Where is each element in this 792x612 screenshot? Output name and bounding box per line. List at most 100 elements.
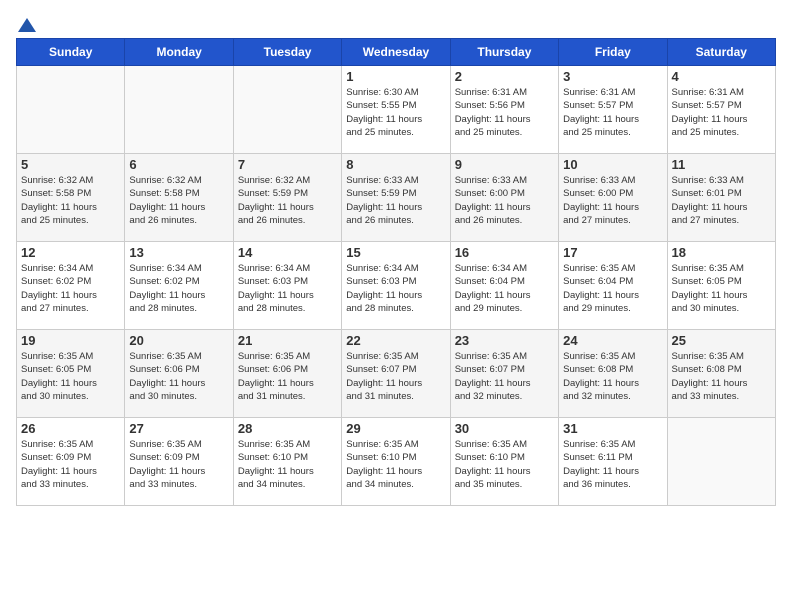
day-number: 15	[346, 245, 445, 260]
day-number: 21	[238, 333, 337, 348]
day-info: Sunrise: 6:32 AM Sunset: 5:58 PM Dayligh…	[129, 174, 228, 227]
day-number: 11	[672, 157, 771, 172]
weekday-header-friday: Friday	[559, 39, 667, 66]
calendar-cell: 14 Sunrise: 6:34 AM Sunset: 6:03 PM Dayli…	[233, 242, 341, 330]
week-row-3: 12Sunrise: 6:34 AM Sunset: 6:02 PM Dayli…	[17, 242, 776, 330]
calendar-cell: 21 Sunrise: 6:35 AM Sunset: 6:06 PM Dayli…	[233, 330, 341, 418]
day-info: Sunrise: 6:31 AM Sunset: 5:57 PM Dayligh…	[563, 86, 662, 139]
day-info: Sunrise: 6:35 AM Sunset: 6:04 PM Dayligh…	[563, 262, 662, 315]
day-number: 22	[346, 333, 445, 348]
page-header	[16, 16, 776, 30]
day-number: 25	[672, 333, 771, 348]
day-info: Sunrise: 6:31 AM Sunset: 5:57 PM Dayligh…	[672, 86, 771, 139]
day-number: 26	[21, 421, 120, 436]
calendar-cell: 6 Sunrise: 6:32 AM Sunset: 5:58 PM Daylig…	[125, 154, 233, 242]
weekday-header-wednesday: Wednesday	[342, 39, 450, 66]
calendar-cell: 16Sunrise: 6:34 AM Sunset: 6:04 PM Dayli…	[450, 242, 558, 330]
day-number: 20	[129, 333, 228, 348]
calendar-cell	[17, 66, 125, 154]
week-row-5: 26 Sunrise: 6:35 AM Sunset: 6:09 PM Dayli…	[17, 418, 776, 506]
day-number: 8	[346, 157, 445, 172]
day-info: Sunrise: 6:35 AM Sunset: 6:07 PM Dayligh…	[346, 350, 445, 403]
calendar-cell: 2 Sunrise: 6:31 AM Sunset: 5:56 PM Daylig…	[450, 66, 558, 154]
day-number: 9	[455, 157, 554, 172]
day-info: Sunrise: 6:34 AM Sunset: 6:04 PM Dayligh…	[455, 262, 554, 315]
day-info: Sunrise: 6:33 AM Sunset: 6:00 PM Dayligh…	[455, 174, 554, 227]
day-number: 18	[672, 245, 771, 260]
day-number: 1	[346, 69, 445, 84]
day-number: 24	[563, 333, 662, 348]
weekday-header-monday: Monday	[125, 39, 233, 66]
day-number: 14	[238, 245, 337, 260]
day-info: Sunrise: 6:35 AM Sunset: 6:06 PM Dayligh…	[238, 350, 337, 403]
day-info: Sunrise: 6:35 AM Sunset: 6:09 PM Dayligh…	[21, 438, 120, 491]
calendar-cell: 22 Sunrise: 6:35 AM Sunset: 6:07 PM Dayli…	[342, 330, 450, 418]
day-info: Sunrise: 6:34 AM Sunset: 6:03 PM Dayligh…	[238, 262, 337, 315]
day-number: 12	[21, 245, 120, 260]
calendar-cell: 20 Sunrise: 6:35 AM Sunset: 6:06 PM Dayli…	[125, 330, 233, 418]
calendar-cell: 24 Sunrise: 6:35 AM Sunset: 6:08 PM Dayli…	[559, 330, 667, 418]
day-info: Sunrise: 6:30 AM Sunset: 5:55 PM Dayligh…	[346, 86, 445, 139]
calendar-cell: 5 Sunrise: 6:32 AM Sunset: 5:58 PM Daylig…	[17, 154, 125, 242]
weekday-header-row: SundayMondayTuesdayWednesdayThursdayFrid…	[17, 39, 776, 66]
day-number: 28	[238, 421, 337, 436]
day-number: 5	[21, 157, 120, 172]
day-number: 17	[563, 245, 662, 260]
day-number: 30	[455, 421, 554, 436]
calendar-cell: 17 Sunrise: 6:35 AM Sunset: 6:04 PM Dayli…	[559, 242, 667, 330]
calendar-cell: 9 Sunrise: 6:33 AM Sunset: 6:00 PM Daylig…	[450, 154, 558, 242]
calendar-cell: 15 Sunrise: 6:34 AM Sunset: 6:03 PM Dayli…	[342, 242, 450, 330]
calendar-cell: 11 Sunrise: 6:33 AM Sunset: 6:01 PM Dayli…	[667, 154, 775, 242]
day-info: Sunrise: 6:33 AM Sunset: 6:00 PM Dayligh…	[563, 174, 662, 227]
day-info: Sunrise: 6:35 AM Sunset: 6:07 PM Dayligh…	[455, 350, 554, 403]
day-info: Sunrise: 6:35 AM Sunset: 6:08 PM Dayligh…	[672, 350, 771, 403]
day-info: Sunrise: 6:35 AM Sunset: 6:10 PM Dayligh…	[455, 438, 554, 491]
day-number: 2	[455, 69, 554, 84]
calendar-cell: 28 Sunrise: 6:35 AM Sunset: 6:10 PM Dayli…	[233, 418, 341, 506]
calendar-cell: 31 Sunrise: 6:35 AM Sunset: 6:11 PM Dayli…	[559, 418, 667, 506]
calendar-cell: 18 Sunrise: 6:35 AM Sunset: 6:05 PM Dayli…	[667, 242, 775, 330]
day-info: Sunrise: 6:35 AM Sunset: 6:10 PM Dayligh…	[346, 438, 445, 491]
day-number: 27	[129, 421, 228, 436]
calendar-cell: 13Sunrise: 6:34 AM Sunset: 6:02 PM Dayli…	[125, 242, 233, 330]
day-info: Sunrise: 6:34 AM Sunset: 6:03 PM Dayligh…	[346, 262, 445, 315]
calendar-cell: 27Sunrise: 6:35 AM Sunset: 6:09 PM Dayli…	[125, 418, 233, 506]
calendar-cell: 1 Sunrise: 6:30 AM Sunset: 5:55 PM Daylig…	[342, 66, 450, 154]
day-number: 31	[563, 421, 662, 436]
day-number: 4	[672, 69, 771, 84]
day-info: Sunrise: 6:35 AM Sunset: 6:05 PM Dayligh…	[21, 350, 120, 403]
day-number: 7	[238, 157, 337, 172]
day-info: Sunrise: 6:35 AM Sunset: 6:08 PM Dayligh…	[563, 350, 662, 403]
day-info: Sunrise: 6:35 AM Sunset: 6:10 PM Dayligh…	[238, 438, 337, 491]
day-number: 13	[129, 245, 228, 260]
day-info: Sunrise: 6:31 AM Sunset: 5:56 PM Dayligh…	[455, 86, 554, 139]
day-number: 19	[21, 333, 120, 348]
weekday-header-tuesday: Tuesday	[233, 39, 341, 66]
day-info: Sunrise: 6:35 AM Sunset: 6:11 PM Dayligh…	[563, 438, 662, 491]
calendar-cell: 26 Sunrise: 6:35 AM Sunset: 6:09 PM Dayli…	[17, 418, 125, 506]
weekday-header-thursday: Thursday	[450, 39, 558, 66]
week-row-2: 5 Sunrise: 6:32 AM Sunset: 5:58 PM Daylig…	[17, 154, 776, 242]
day-info: Sunrise: 6:35 AM Sunset: 6:06 PM Dayligh…	[129, 350, 228, 403]
day-info: Sunrise: 6:33 AM Sunset: 6:01 PM Dayligh…	[672, 174, 771, 227]
calendar-cell: 10 Sunrise: 6:33 AM Sunset: 6:00 PM Dayli…	[559, 154, 667, 242]
weekday-header-saturday: Saturday	[667, 39, 775, 66]
day-info: Sunrise: 6:33 AM Sunset: 5:59 PM Dayligh…	[346, 174, 445, 227]
day-number: 23	[455, 333, 554, 348]
day-info: Sunrise: 6:32 AM Sunset: 5:58 PM Dayligh…	[21, 174, 120, 227]
calendar-cell	[125, 66, 233, 154]
calendar-table: SundayMondayTuesdayWednesdayThursdayFrid…	[16, 38, 776, 506]
logo-bird-icon	[18, 16, 36, 34]
calendar-cell: 19 Sunrise: 6:35 AM Sunset: 6:05 PM Dayli…	[17, 330, 125, 418]
day-info: Sunrise: 6:35 AM Sunset: 6:05 PM Dayligh…	[672, 262, 771, 315]
day-number: 6	[129, 157, 228, 172]
day-number: 29	[346, 421, 445, 436]
weekday-header-sunday: Sunday	[17, 39, 125, 66]
calendar-cell: 23 Sunrise: 6:35 AM Sunset: 6:07 PM Dayli…	[450, 330, 558, 418]
calendar-cell: 12Sunrise: 6:34 AM Sunset: 6:02 PM Dayli…	[17, 242, 125, 330]
week-row-4: 19 Sunrise: 6:35 AM Sunset: 6:05 PM Dayli…	[17, 330, 776, 418]
day-info: Sunrise: 6:32 AM Sunset: 5:59 PM Dayligh…	[238, 174, 337, 227]
day-number: 3	[563, 69, 662, 84]
calendar-cell: 7 Sunrise: 6:32 AM Sunset: 5:59 PM Daylig…	[233, 154, 341, 242]
day-number: 10	[563, 157, 662, 172]
